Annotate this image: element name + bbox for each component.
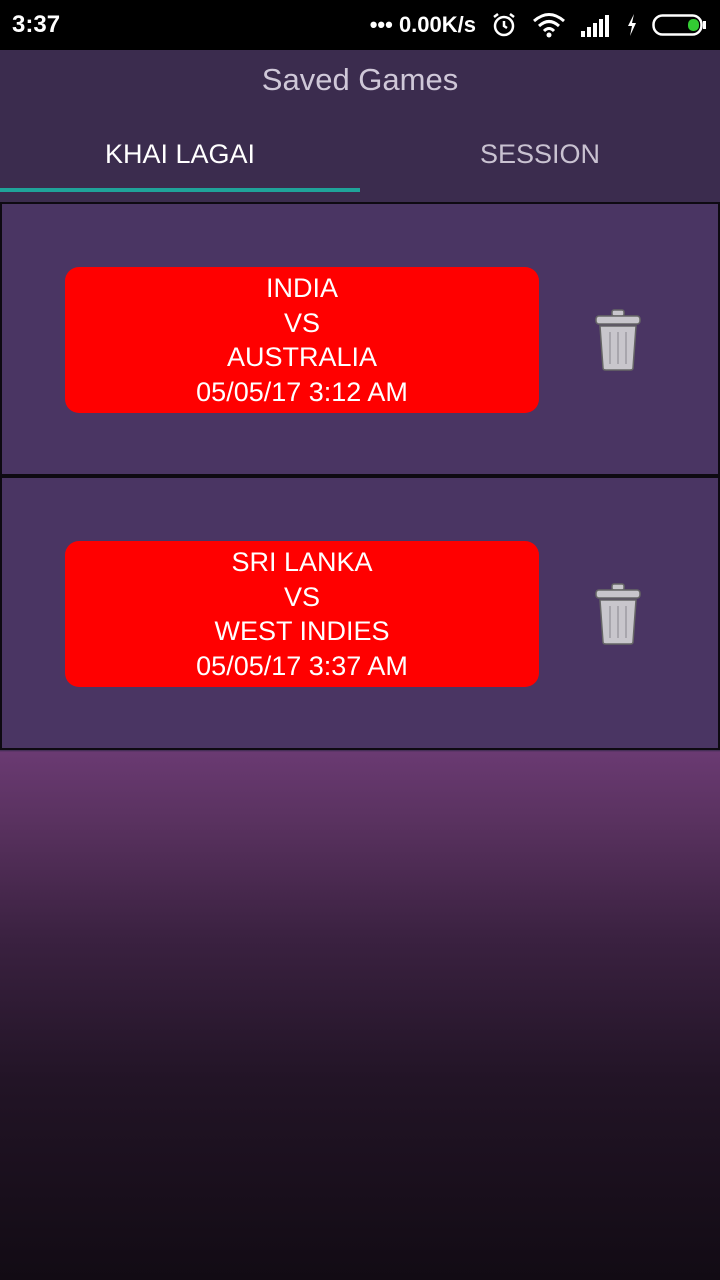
signal-icon bbox=[581, 15, 609, 37]
list-item: SRI LANKA VS WEST INDIES 05/05/17 3:37 A… bbox=[0, 476, 720, 750]
page-title: Saved Games bbox=[261, 62, 459, 97]
vs-label: VS bbox=[283, 307, 321, 338]
team1-label: INDIA bbox=[265, 273, 338, 303]
wifi-icon bbox=[533, 13, 565, 38]
team2-label: AUSTRALIA bbox=[226, 342, 378, 372]
trash-icon[interactable] bbox=[592, 308, 644, 372]
charging-icon bbox=[628, 14, 636, 36]
trash-icon[interactable] bbox=[592, 582, 644, 646]
vs-label: VS bbox=[283, 581, 321, 612]
tab-khai-lagai[interactable]: KHAI LAGAI bbox=[0, 116, 360, 192]
list-item: INDIA VS AUSTRALIA 05/05/17 3:12 AM bbox=[0, 202, 720, 476]
saved-games-list: INDIA VS AUSTRALIA 05/05/17 3:12 AM SRI … bbox=[0, 202, 720, 750]
more-dots-icon: ••• bbox=[369, 12, 393, 37]
team1-label: SRI LANKA bbox=[231, 547, 373, 577]
tab-session[interactable]: SESSION bbox=[360, 116, 720, 192]
network-speed: ••• 0.00K/s bbox=[370, 12, 476, 38]
alarm-icon bbox=[493, 13, 515, 37]
datetime-label: 05/05/17 3:37 AM bbox=[196, 650, 408, 681]
network-speed-value: 0.00K/s bbox=[398, 12, 476, 37]
datetime-label: 05/05/17 3:12 AM bbox=[196, 376, 408, 407]
team2-label: WEST INDIES bbox=[214, 616, 390, 646]
saved-game-button[interactable]: SRI LANKA VS WEST INDIES 05/05/17 3:37 A… bbox=[65, 541, 539, 687]
app-header: Saved Games KHAI LAGAI SESSION bbox=[0, 50, 720, 192]
battery-icon bbox=[652, 14, 706, 36]
status-icons: ••• 0.00K/s bbox=[370, 11, 708, 39]
status-time: 3:37 bbox=[12, 11, 61, 38]
saved-game-button[interactable]: INDIA VS AUSTRALIA 05/05/17 3:12 AM bbox=[65, 267, 539, 413]
tab-label: SESSION bbox=[479, 138, 601, 169]
status-bar: 3:37 ••• 0.00K/s bbox=[0, 0, 720, 50]
tab-bar: KHAI LAGAI SESSION bbox=[0, 116, 720, 192]
tab-label: KHAI LAGAI bbox=[104, 138, 256, 169]
